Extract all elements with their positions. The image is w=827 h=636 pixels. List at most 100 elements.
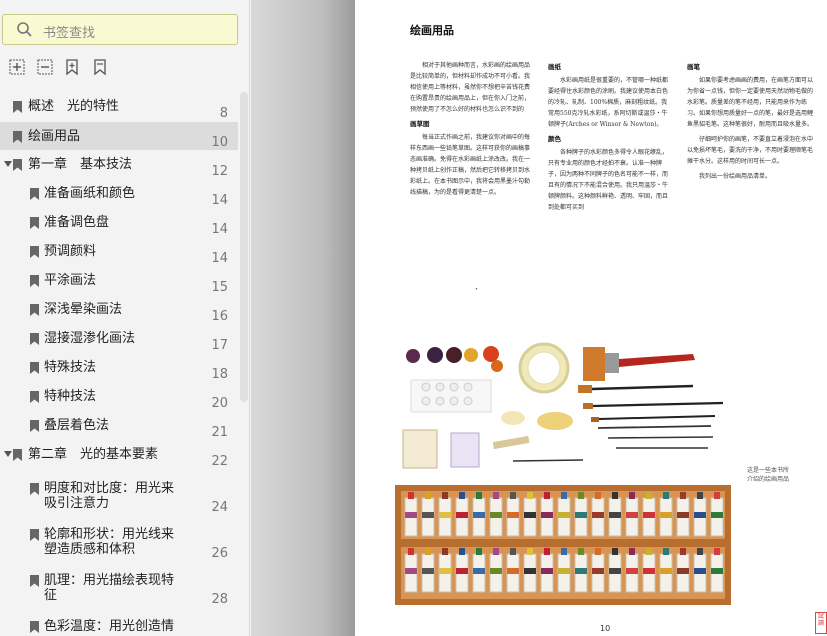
bookmark-item[interactable]: 特殊技法 18 bbox=[0, 353, 238, 382]
bookmark-label: 色彩温度：用光创造情 bbox=[44, 619, 175, 634]
bookmark-label: 深浅晕染画法 bbox=[44, 302, 123, 317]
bookmark-search-input[interactable]: 书签查找 bbox=[2, 14, 238, 45]
paragraph: 水彩画用纸是很重要的，不管哪一种纸都要经得住水彩颜色的涂刷。我建议使用本白色的冷… bbox=[548, 77, 669, 128]
bookmark-label: 特殊技法 bbox=[44, 360, 97, 375]
bookmark-panel: 书签查找 概述 光的特性 8 绘画用品 10 第一章 基本技法 12 准备画纸和… bbox=[0, 0, 250, 636]
bookmark-flag-icon bbox=[30, 333, 39, 345]
bookmark-flag-icon bbox=[30, 217, 39, 229]
bookmark-page: 12 bbox=[211, 164, 228, 179]
bookmark-item[interactable]: 准备调色盘 14 bbox=[0, 208, 238, 237]
bookmark-flag-icon bbox=[30, 275, 39, 287]
bookmark-page: 15 bbox=[211, 280, 228, 295]
page-gutter bbox=[251, 0, 355, 636]
paragraph: 如果你要考虑画画的费用，在画笔方面可以为你省一点钱，但你一定要使用天然动物毛做的… bbox=[687, 77, 814, 128]
bookmark-page: 8 bbox=[219, 106, 228, 121]
bookmark-page: 14 bbox=[211, 222, 228, 237]
bookmark-item[interactable]: 概述 光的特性 8 bbox=[0, 92, 238, 121]
bookmark-item[interactable]: 色彩温度：用光创造情 bbox=[0, 612, 238, 636]
bookmark-flag-icon bbox=[30, 420, 39, 432]
bookmark-page: 14 bbox=[211, 251, 228, 266]
page-number: 10 bbox=[600, 624, 611, 633]
photo-caption: 这是一些本书所介绍的绘画用品 bbox=[747, 467, 790, 483]
bookmark-page: 10 bbox=[211, 135, 228, 150]
bookmark-label: 预调颜料 bbox=[44, 244, 97, 259]
art-supplies-photo bbox=[393, 325, 733, 610]
bookmark-label: 湿接湿渗化画法 bbox=[44, 331, 136, 346]
section-heading: 画纸 bbox=[548, 63, 561, 71]
expand-all-icon[interactable] bbox=[8, 58, 26, 76]
stray-dot: ・ bbox=[473, 285, 480, 293]
collapse-triangle-icon[interactable] bbox=[4, 451, 12, 457]
text-column-3: 画笔 如果你要考虑画画的费用，在画笔方面可以为你省一点钱，但你一定要使用天然动物… bbox=[687, 62, 815, 186]
bookmark-item[interactable]: 轮廓和形状：用光线来塑造质感和体积 26 bbox=[0, 520, 238, 565]
bookmark-flag-icon bbox=[30, 621, 39, 633]
bookmark-flag-icon bbox=[30, 362, 39, 374]
bookmark-flag-icon bbox=[30, 304, 39, 316]
bookmark-chapter[interactable]: 第二章 光的基本要素 22 bbox=[0, 440, 238, 470]
text-column-1: 相对于其他画种而言，水彩画的绘画用品是比较简单的，但材料却作成功不可小看。我相信… bbox=[410, 60, 535, 202]
section-heading: 画草图 bbox=[410, 120, 430, 128]
bookmark-label: 准备调色盘 bbox=[44, 215, 110, 230]
bookmark-scrollbar[interactable] bbox=[240, 92, 248, 402]
bookmark-item[interactable]: 叠层着色法 21 bbox=[0, 411, 238, 440]
collapse-triangle-icon[interactable] bbox=[4, 161, 12, 167]
section-heading: 画笔 bbox=[687, 63, 700, 71]
bookmark-page: 18 bbox=[211, 367, 228, 382]
paragraph: 每当正式作画之前，我建议你对画中的每样东西画一些铅笔草图。这样可获你的画稿事态画… bbox=[410, 134, 531, 196]
bookmark-label: 平涂画法 bbox=[44, 273, 97, 288]
bookmark-page: 20 bbox=[211, 396, 228, 411]
bookmark-item[interactable]: 明度和对比度：用光来吸引注意力 24 bbox=[0, 474, 238, 518]
bookmark-page: 17 bbox=[211, 338, 228, 353]
bookmark-icon[interactable] bbox=[91, 58, 109, 76]
search-placeholder: 书签查找 bbox=[43, 26, 96, 41]
bookmark-page: 26 bbox=[211, 546, 228, 561]
bookmark-item[interactable]: 湿接湿渗化画法 17 bbox=[0, 324, 238, 353]
document-page: 绘画用品 相对于其他画种而言，水彩画的绘画用品是比较简单的，但材料却作成功不可小… bbox=[355, 0, 827, 636]
bookmark-flag-icon bbox=[13, 131, 22, 143]
bookmark-item-selected[interactable]: 绘画用品 10 bbox=[0, 122, 238, 150]
bookmark-item[interactable]: 肌理：用光描绘表现特征 28 bbox=[0, 566, 238, 611]
bookmark-flag-icon bbox=[13, 159, 22, 171]
bookmark-item[interactable]: 平涂画法 15 bbox=[0, 266, 238, 295]
bookmark-flag-icon bbox=[30, 483, 39, 495]
bookmark-flag-icon bbox=[30, 246, 39, 258]
paragraph: 我列出一份绘画用品清单。 bbox=[699, 173, 772, 180]
bookmark-item[interactable]: 特种技法 20 bbox=[0, 382, 238, 411]
paragraph: 仔细呵护你的画笔，不要直立着浸泡在水中以免损坏笔毛，要洗的干净，不用时要理顺笔毛… bbox=[687, 136, 814, 165]
paragraph: 相对于其他画种而言，水彩画的绘画用品是比较简单的，但材料却作成功不可小看。我相信… bbox=[410, 62, 531, 113]
bookmark-label: 肌理：用光描绘表现特征 bbox=[44, 573, 175, 603]
bookmark-item[interactable]: 深浅晕染画法 16 bbox=[0, 295, 238, 324]
bookmark-page: 14 bbox=[211, 193, 228, 208]
bookmark-page: 21 bbox=[211, 425, 228, 440]
section-heading: 颜色 bbox=[548, 135, 561, 143]
bookmark-flag-icon bbox=[30, 188, 39, 200]
bookmark-label: 叠层着色法 bbox=[44, 418, 110, 433]
bookmark-label: 明度和对比度：用光来吸引注意力 bbox=[44, 481, 175, 511]
bookmark-label: 特种技法 bbox=[44, 389, 97, 404]
bookmark-page: 16 bbox=[211, 309, 228, 324]
bookmark-label: 绘画用品 bbox=[28, 129, 81, 144]
bookmark-label: 第一章 基本技法 bbox=[28, 157, 133, 172]
bookmark-label: 概述 光的特性 bbox=[28, 99, 120, 114]
bookmark-flag-icon bbox=[13, 101, 22, 113]
paragraph: 各种牌子的水彩颜色多得令人眼花缭乱，只有专业用的颜色才经拍不衰。认准一种牌子，因… bbox=[548, 149, 669, 211]
bookmark-flag-icon bbox=[30, 575, 39, 587]
bookmark-label: 轮廓和形状：用光线来塑造质感和体积 bbox=[44, 527, 175, 557]
bookmark-page: 24 bbox=[211, 500, 228, 515]
collapse-all-icon[interactable] bbox=[36, 58, 54, 76]
search-icon bbox=[17, 22, 32, 37]
add-bookmark-icon[interactable] bbox=[63, 58, 81, 76]
bookmark-page: 28 bbox=[211, 592, 228, 607]
bookmark-page: 22 bbox=[211, 454, 228, 469]
text-column-2: 画纸 水彩画用纸是很重要的，不管哪一种纸都要经得住水彩颜色的涂刷。我建议使用本白… bbox=[548, 62, 673, 217]
bookmark-flag-icon bbox=[13, 449, 22, 461]
bookmark-item[interactable]: 准备画纸和颜色 14 bbox=[0, 179, 238, 208]
page-title: 绘画用品 bbox=[410, 24, 454, 37]
bookmark-label: 准备画纸和颜色 bbox=[44, 186, 136, 201]
bookmark-item[interactable]: 预调颜料 14 bbox=[0, 237, 238, 266]
trial-stamp: 試讀 bbox=[815, 612, 827, 634]
bookmark-chapter[interactable]: 第一章 基本技法 12 bbox=[0, 150, 238, 179]
bookmark-flag-icon bbox=[30, 391, 39, 403]
bookmark-label: 第二章 光的基本要素 bbox=[28, 447, 159, 462]
bookmark-flag-icon bbox=[30, 529, 39, 541]
